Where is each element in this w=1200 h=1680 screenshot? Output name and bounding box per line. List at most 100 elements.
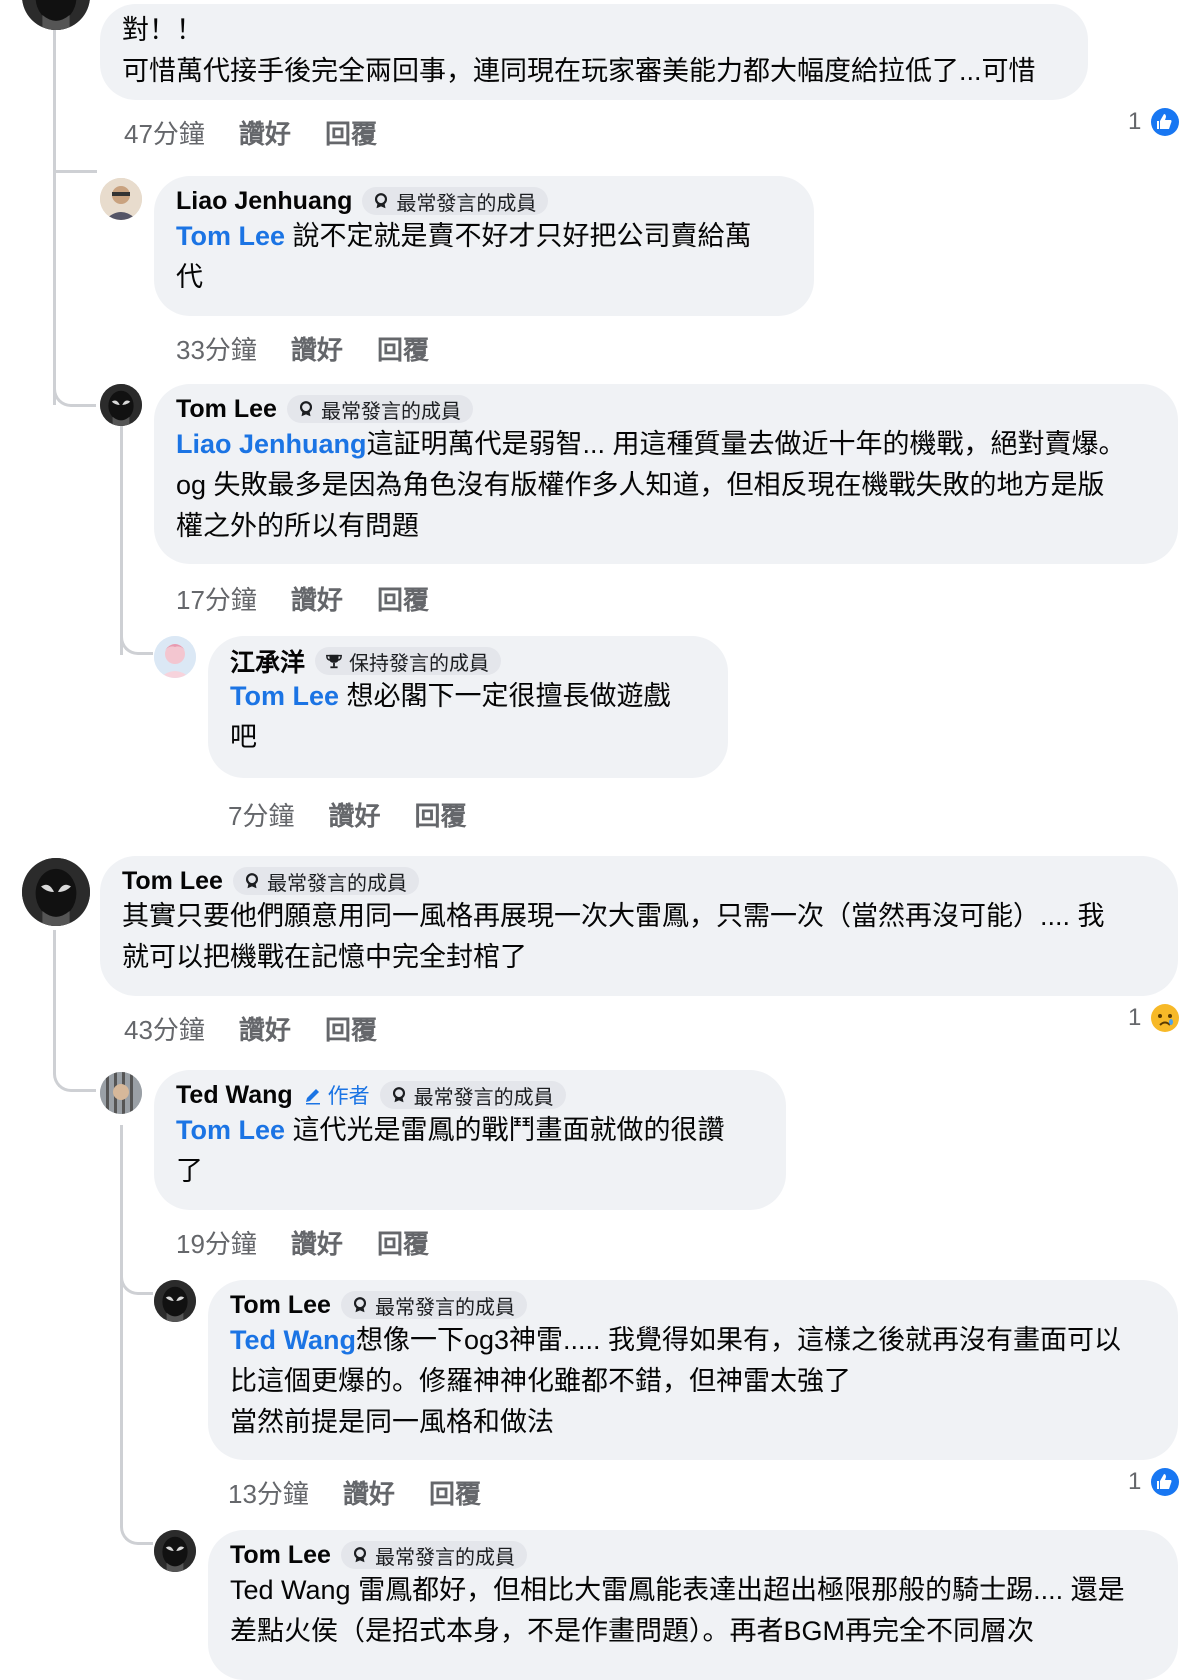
avatar[interactable] (22, 858, 90, 926)
like-button[interactable]: 讚好 (291, 330, 343, 367)
comment-text: 可惜萬代接手後完全兩回事，連同現在玩家審美能力都大幅度給拉低了...可惜 (122, 56, 1036, 86)
thread-line (120, 1520, 153, 1545)
commenter-name[interactable]: Tom Lee (230, 1291, 331, 1320)
reply-button[interactable]: 回覆 (325, 1010, 377, 1047)
comment-bubble: 江承洋 保持發言的成員 Tom Lee 想必閣下一定很擅長做遊戲 吧 (208, 636, 728, 778)
avatar[interactable] (154, 636, 196, 678)
thread-line (53, 170, 97, 173)
like-button[interactable]: 讚好 (239, 1010, 291, 1047)
commenter-name[interactable]: 江承洋 (230, 643, 305, 679)
top-contributor-badge[interactable]: 最常發言的成員 (286, 395, 473, 423)
avatar[interactable] (154, 1530, 196, 1572)
pin-icon (243, 872, 261, 890)
badge-label: 保持發言的成員 (349, 652, 490, 675)
comment-text: 其實只要他們願意用同一風格再展現一次大雷鳳，只需一次（當然再沒可能）.... 我… (122, 901, 1105, 972)
like-icon (1151, 108, 1180, 136)
comment-time[interactable]: 19分鐘 (176, 1224, 257, 1261)
like-button[interactable]: 讚好 (291, 1224, 343, 1261)
mention-link[interactable]: Liao Jenhuang (176, 429, 367, 459)
pin-icon (351, 1296, 369, 1314)
pin-icon (297, 400, 315, 418)
comment-time[interactable]: 33分鐘 (176, 330, 257, 367)
like-button[interactable]: 讚好 (239, 114, 291, 151)
reaction-count: 1 (1128, 1468, 1142, 1495)
comment-bubble: Tom Lee 最常發言的成員 Ted Wang 雷鳳都好，但相比大雷鳳能表達出… (208, 1530, 1178, 1680)
like-button[interactable]: 讚好 (328, 796, 380, 833)
badge-label: 最常發言的成員 (374, 1546, 515, 1569)
reply-button[interactable]: 回覆 (429, 1474, 481, 1511)
mention-link[interactable]: Tom Lee (230, 681, 339, 711)
thread-line (53, 380, 96, 407)
like-button[interactable]: 讚好 (343, 1474, 395, 1511)
mention-link[interactable]: Ted Wang (230, 1325, 356, 1355)
badge-label: 最常發言的成員 (320, 400, 461, 423)
avatar[interactable] (22, 0, 90, 30)
comment-bubble: 對！！ 可惜萬代接手後完全兩回事，連同現在玩家審美能力都大幅度給拉低了...可惜 (100, 4, 1088, 100)
commenter-name[interactable]: Ted Wang (176, 1081, 293, 1110)
reply-button[interactable]: 回覆 (414, 796, 466, 833)
thread-line (53, 170, 56, 405)
avatar[interactable] (100, 178, 142, 220)
thread-line (120, 630, 153, 655)
mention-link[interactable]: Tom Lee (176, 221, 285, 251)
comment-bubble: Tom Lee 最常發言的成員 其實只要他們願意用同一風格再展現一次大雷鳳，只需… (100, 856, 1178, 996)
avatar[interactable] (100, 1072, 142, 1114)
commenter-name[interactable]: Tom Lee (176, 395, 277, 424)
reaction-summary[interactable]: 1 (1128, 1004, 1180, 1032)
author-tag: 作者 (303, 1080, 370, 1110)
trophy-icon (325, 652, 343, 670)
comment-meta: 19分鐘 讚好 回覆 (176, 1224, 429, 1261)
like-button[interactable]: 讚好 (291, 580, 343, 617)
pin-icon (351, 1546, 369, 1564)
top-contributor-badge[interactable]: 最常發言的成員 (340, 1291, 527, 1319)
commenter-name[interactable]: Liao Jenhuang (176, 187, 352, 216)
comment-meta: 43分鐘 讚好 回覆 (124, 1010, 377, 1047)
avatar[interactable] (100, 384, 142, 426)
comment-text: 對！！ (122, 15, 203, 45)
badge-label: 最常發言的成員 (266, 872, 407, 895)
commenter-name[interactable]: Tom Lee (230, 1541, 331, 1570)
comment-time[interactable]: 13分鐘 (228, 1474, 309, 1511)
thread-line (120, 1270, 153, 1295)
thread-line (120, 410, 123, 655)
comment-bubble: Tom Lee 最常發言的成員 Ted Wang想像一下og3神雷..... 我… (208, 1280, 1178, 1460)
reaction-summary[interactable]: 1 (1128, 1468, 1180, 1496)
avatar[interactable] (154, 1280, 196, 1322)
pin-icon (390, 1086, 408, 1104)
comment-meta: 17分鐘 讚好 回覆 (176, 580, 429, 617)
commenter-name[interactable]: Tom Lee (122, 867, 223, 896)
badge-label: 最常發言的成員 (396, 192, 537, 215)
comment-meta: 47分鐘 讚好 回覆 (124, 114, 377, 151)
sad-icon (1151, 1004, 1180, 1032)
author-label: 作者 (327, 1085, 370, 1108)
comment-time[interactable]: 7分鐘 (228, 796, 294, 833)
pencil-icon (305, 1089, 320, 1105)
comment-bubble: Liao Jenhuang 最常發言的成員 Tom Lee 說不定就是賣不好才只… (154, 176, 814, 316)
rising-contributor-badge[interactable]: 保持發言的成員 (315, 647, 502, 675)
badge-label: 最常發言的成員 (374, 1296, 515, 1319)
reaction-count: 1 (1128, 1004, 1142, 1031)
top-contributor-badge[interactable]: 最常發言的成員 (362, 187, 549, 215)
reply-button[interactable]: 回覆 (325, 114, 377, 151)
reply-button[interactable]: 回覆 (377, 1224, 429, 1261)
reply-button[interactable]: 回覆 (377, 330, 429, 367)
comment-text: Ted Wang 雷鳳都好，但相比大雷鳳能表達出超出極限那般的騎士踢.... 還… (230, 1575, 1125, 1646)
mention-link[interactable]: Tom Lee (176, 1115, 285, 1145)
thread-line (120, 1125, 123, 1525)
like-icon (1151, 1468, 1180, 1496)
reaction-summary[interactable]: 1 (1128, 108, 1180, 136)
top-contributor-badge[interactable]: 最常發言的成員 (340, 1541, 527, 1569)
comment-meta: 33分鐘 讚好 回覆 (176, 330, 429, 367)
comment-text: 想像一下og3神雷..... 我覺得如果有，這樣之後就再沒有畫面可以 比這個更爆… (230, 1325, 1122, 1437)
reaction-count: 1 (1128, 108, 1142, 135)
comment-time[interactable]: 47分鐘 (124, 114, 205, 151)
pin-icon (372, 192, 390, 210)
top-contributor-badge[interactable]: 最常發言的成員 (379, 1081, 566, 1109)
comment-bubble: Ted Wang 作者 最常發言的成員 Tom Lee 這代光是雷鳳的戰鬥畫面就… (154, 1070, 786, 1210)
top-contributor-badge[interactable]: 最常發言的成員 (232, 867, 419, 895)
comment-time[interactable]: 43分鐘 (124, 1010, 205, 1047)
thread-line (53, 1065, 96, 1092)
thread-line (53, 930, 56, 1070)
comment-time[interactable]: 17分鐘 (176, 580, 257, 617)
reply-button[interactable]: 回覆 (377, 580, 429, 617)
